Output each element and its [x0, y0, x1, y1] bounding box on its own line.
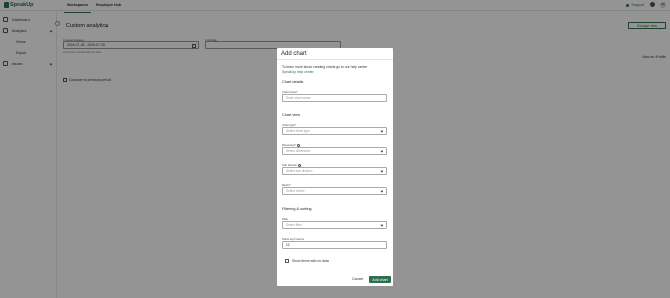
filter-select[interactable]: Select filter: [282, 221, 387, 229]
add-chart-button[interactable]: Add chart: [369, 276, 391, 283]
sub-division-placeholder: Select sub division: [286, 169, 313, 173]
checkbox-box[interactable]: [285, 259, 289, 263]
sub-division-select[interactable]: Select sub division: [282, 167, 387, 175]
show-top-value: 12: [286, 243, 290, 247]
chart-type-placeholder: Select chart type: [286, 129, 310, 133]
show-empty-checkbox[interactable]: Show items with no data: [285, 259, 329, 263]
show-empty-label: Show items with no data: [292, 259, 329, 263]
metric-select[interactable]: Select metric: [282, 187, 387, 195]
cancel-button[interactable]: Cancel: [352, 277, 363, 281]
filter-placeholder: Select filter: [286, 223, 302, 227]
chart-name-placeholder: Enter chart name: [286, 96, 311, 100]
metric-placeholder: Select metric: [286, 189, 305, 193]
show-top-input[interactable]: 12: [282, 241, 387, 249]
chevron-down-icon: [380, 223, 384, 227]
divider: [277, 59, 393, 60]
chevron-down-icon: [380, 169, 384, 173]
dimension-placeholder: Select dimension: [286, 149, 311, 153]
intro-text: To learn more about creating charts go t…: [282, 65, 382, 74]
add-chart-modal: Add chart To learn more about creating c…: [277, 48, 393, 286]
chevron-down-icon: [380, 189, 384, 193]
add-chart-label: Add chart: [372, 277, 388, 282]
section-chart-view: Chart view: [282, 113, 300, 117]
chevron-down-icon: [380, 149, 384, 153]
chart-type-select[interactable]: Select chart type: [282, 127, 387, 135]
chart-name-input[interactable]: Enter chart name: [282, 94, 387, 102]
section-chart-details: Chart details: [282, 80, 304, 84]
intro-body: To learn more about creating charts go t…: [282, 65, 368, 69]
modal-title: Add chart: [281, 51, 307, 57]
help-center-link[interactable]: SpeakUp help center.: [282, 70, 314, 74]
section-filtering-sorting: Filtering & sorting: [282, 207, 312, 211]
chevron-down-icon: [380, 129, 384, 133]
dimension-select[interactable]: Select dimension: [282, 147, 387, 155]
